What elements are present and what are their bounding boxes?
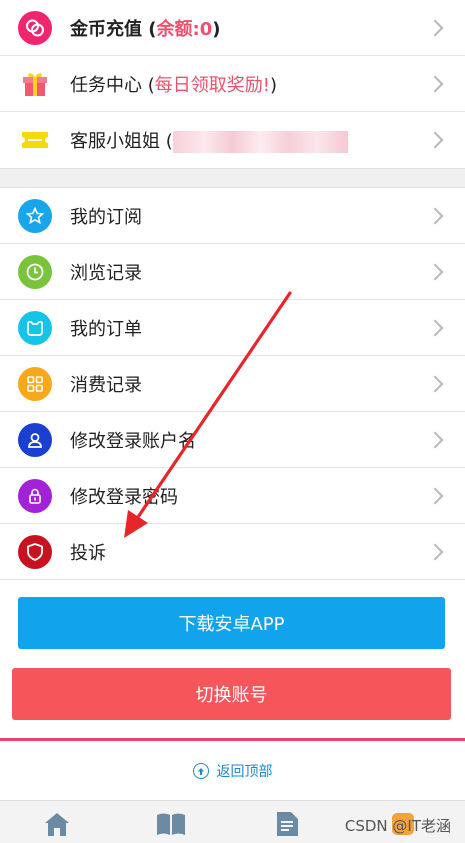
chevron-right-icon	[426, 543, 444, 560]
menu-item-my-subscription[interactable]: 我的订阅	[0, 188, 465, 244]
consumption-record-label: 消费记录	[70, 374, 142, 396]
browse-history-label: 浏览记录	[70, 262, 142, 284]
watermark-text: CSDN @IT老涵	[344, 817, 451, 835]
menu-item-task-center[interactable]: 任务中心 (每日领取奖励!)	[0, 56, 465, 112]
chevron-right-icon	[426, 431, 444, 448]
lock-icon	[18, 478, 52, 513]
chevron-right-icon	[426, 75, 444, 92]
menu-item-coin-recharge[interactable]: 金币充值 (余额:0)	[0, 0, 465, 56]
top-menu-group: 金币充值 (余额:0) 任务中心 (每日领取奖励!) 客服小姐姐 (	[0, 0, 465, 168]
change-password-label: 修改登录密码	[70, 486, 178, 508]
account-menu-group: 我的订阅 浏览记录 我的订单 消费记录 修改登录账户名 修改登录密码 投诉	[0, 188, 465, 580]
ticket-icon	[18, 123, 52, 157]
menu-item-my-orders[interactable]: 我的订单	[0, 300, 465, 356]
document-icon[interactable]	[272, 809, 302, 839]
customer-service-label: 客服小姐姐 (	[70, 127, 348, 153]
book-icon[interactable]	[155, 809, 185, 839]
bag-icon	[18, 310, 52, 345]
my-subscription-label: 我的订阅	[70, 206, 142, 228]
menu-item-customer-service[interactable]: 客服小姐姐 (	[0, 112, 465, 168]
complaint-label: 投诉	[70, 542, 106, 564]
my-orders-label: 我的订单	[70, 318, 142, 340]
switch-account-button[interactable]: 切换账号	[12, 668, 451, 720]
home-icon[interactable]	[42, 809, 72, 839]
redacted-contact	[172, 131, 348, 153]
download-android-app-button[interactable]: 下载安卓APP	[18, 597, 445, 649]
change-username-label: 修改登录账户名	[70, 430, 196, 452]
chevron-right-icon	[426, 131, 444, 149]
grid-icon	[18, 366, 52, 401]
footer-divider	[0, 738, 465, 741]
gift-icon	[18, 67, 52, 101]
clock-icon	[18, 254, 52, 289]
shield-icon	[18, 534, 52, 569]
section-divider	[0, 168, 465, 188]
menu-item-change-username[interactable]: 修改登录账户名	[0, 412, 465, 468]
arrow-up-icon	[192, 763, 209, 779]
coin-recharge-label: 金币充值 (余额:0)	[70, 18, 221, 40]
chevron-right-icon	[426, 19, 444, 36]
chevron-right-icon	[426, 375, 444, 392]
star-icon	[18, 198, 52, 233]
chevron-right-icon	[426, 319, 444, 336]
menu-item-change-password[interactable]: 修改登录密码	[0, 468, 465, 524]
chevron-right-icon	[426, 263, 444, 280]
chevron-right-icon	[426, 207, 444, 224]
menu-item-consumption-record[interactable]: 消费记录	[0, 356, 465, 412]
menu-item-browse-history[interactable]: 浏览记录	[0, 244, 465, 300]
chevron-right-icon	[426, 487, 444, 504]
task-center-label: 任务中心 (每日领取奖励!)	[70, 74, 277, 96]
user-icon	[18, 422, 52, 457]
menu-item-complaint[interactable]: 投诉	[0, 524, 465, 580]
coin-icon	[18, 10, 52, 45]
back-to-top-link[interactable]: 返回顶部	[0, 742, 465, 800]
back-to-top-label: 返回顶部	[216, 764, 273, 780]
